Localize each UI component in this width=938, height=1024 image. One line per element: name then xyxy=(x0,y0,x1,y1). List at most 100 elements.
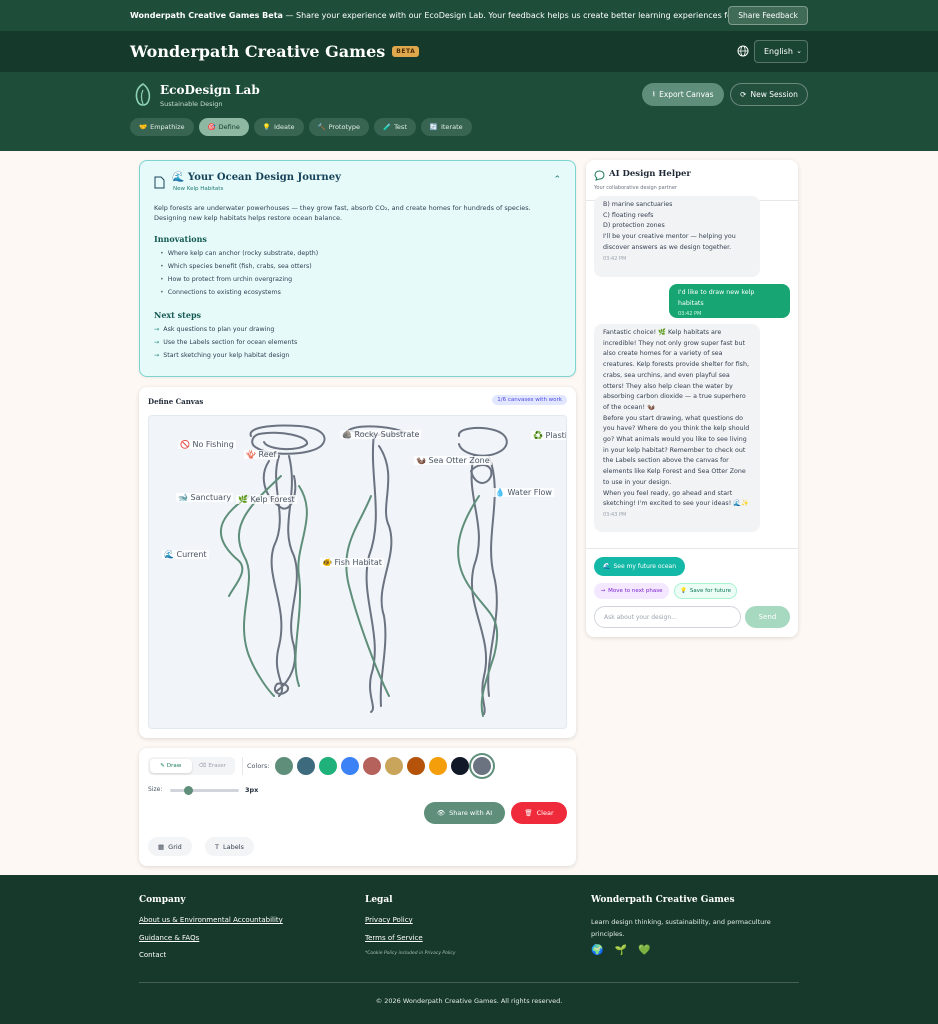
brand-name[interactable]: Wonderpath Creative Games xyxy=(130,42,385,61)
target-icon: 🎯 xyxy=(207,123,216,131)
color-swatch[interactable] xyxy=(363,757,381,775)
color-swatch[interactable] xyxy=(451,757,469,775)
footer-heading: Company xyxy=(139,895,186,905)
color-swatch[interactable] xyxy=(407,757,425,775)
color-swatch[interactable] xyxy=(275,757,293,775)
color-swatch[interactable] xyxy=(429,757,447,775)
tab-ideate[interactable]: 💡 Ideate xyxy=(253,118,304,136)
chat-message-bot: B) marine sanctuaries C) floating reefs … xyxy=(594,196,760,277)
language-select[interactable]: English ⌄ xyxy=(754,40,808,63)
tab-empathize[interactable]: 🤝 Empathize xyxy=(130,118,194,136)
color-swatch[interactable] xyxy=(341,757,359,775)
canvas-label-plastic[interactable]: ♻️ Plastic xyxy=(531,431,566,440)
wave-icon: 🌊 xyxy=(602,563,611,570)
ai-subtitle: Your collaborative design partner xyxy=(594,185,677,191)
canvas-progress-badge: 1/6 canvases with work xyxy=(492,395,567,405)
phase-tabs: 🤝 Empathize 🎯 Define 💡 Ideate 🔨 Prototype 🧪 T… xyxy=(130,118,472,136)
draw-tool-button[interactable]: ✎ Draw xyxy=(150,759,192,773)
kelp-stroke xyxy=(378,445,393,707)
footer-divider xyxy=(139,982,799,983)
tab-prototype[interactable]: 🔨 Prototype xyxy=(308,118,369,136)
eraser-tool-button[interactable]: ⌫ Eraser xyxy=(192,759,234,773)
clear-canvas-button[interactable]: 🗑 Clear xyxy=(511,802,567,824)
journey-intro: Kelp forests are underwater powerhouses … xyxy=(154,204,531,222)
terms-link[interactable]: Terms of Service xyxy=(365,934,456,952)
draw-label: Draw xyxy=(166,763,182,769)
chat-input[interactable]: Ask about your design... xyxy=(594,606,741,628)
kelp-stroke xyxy=(470,464,493,484)
tab-label: Test xyxy=(394,123,407,131)
message-time: 03:42 PM xyxy=(603,255,627,262)
site-header: Wonderpath Creative Games BETA English ⌄ xyxy=(0,31,938,72)
see-future-ocean-button[interactable]: 🌊 See my future ocean xyxy=(594,557,685,576)
grid-label: Grid xyxy=(168,842,182,851)
eye-icon: 👁 xyxy=(436,809,446,817)
kelp-stroke xyxy=(219,495,250,597)
message-line: I'll be your creative mentor — helping y… xyxy=(603,233,736,251)
eraser-label: Eraser xyxy=(208,763,226,769)
export-canvas-button[interactable]: ⭳ Export Canvas xyxy=(642,83,724,106)
chat-message-bot: Fantastic choice! 🌿 Kelp habitats are in… xyxy=(594,324,760,532)
canvas-label-reef[interactable]: 🪸 Reef xyxy=(244,450,279,459)
canvas-label-sanctuary[interactable]: 🐋 Sanctuary xyxy=(176,493,234,502)
brush-size-slider[interactable] xyxy=(170,786,239,795)
tab-define[interactable]: 🎯 Define xyxy=(198,118,249,136)
color-swatch[interactable] xyxy=(297,757,315,775)
feedback-banner: Wonderpath Creative Games Beta — Share y… xyxy=(0,0,938,31)
tab-label: Empathize xyxy=(150,123,185,131)
color-swatch[interactable] xyxy=(319,757,337,775)
next-steps-heading: Next steps xyxy=(154,310,202,320)
color-swatches xyxy=(275,757,491,775)
message-line: Before you start drawing, what questions… xyxy=(603,414,750,486)
privacy-link[interactable]: Privacy Policy xyxy=(365,916,456,934)
color-swatch[interactable] xyxy=(473,757,491,775)
share-feedback-button[interactable]: Share Feedback xyxy=(728,6,808,25)
canvas-label-no-fishing[interactable]: 🚫 No Fishing xyxy=(178,440,236,449)
banner-title: Wonderpath Creative Games Beta xyxy=(130,11,283,20)
footer-heading: Wonderpath Creative Games xyxy=(591,895,735,905)
chevron-up-icon[interactable]: ⌃ xyxy=(553,175,561,185)
color-swatch[interactable] xyxy=(385,757,403,775)
tab-label: Ideate xyxy=(273,123,295,131)
canvas-label-sea-otter-zone[interactable]: 🦦 Sea Otter Zone xyxy=(414,456,492,465)
drawing-canvas[interactable]: 🚫 No Fishing 🪸 Reef 🪨 Rocky Substrate ♻️… xyxy=(148,415,567,729)
journey-subtitle: New Kelp Habitats xyxy=(173,186,224,192)
share-with-ai-button[interactable]: 👁 Share with AI xyxy=(424,802,505,824)
save-for-future-button[interactable]: 💡 Save for future xyxy=(674,583,737,599)
lab-toolbar: EcoDesign Lab Sustainable Design ⭳ Expor… xyxy=(0,72,938,151)
language-value: English xyxy=(764,47,793,56)
grid-toggle-button[interactable]: ▦ Grid xyxy=(148,837,192,856)
canvas-label-kelp-forest[interactable]: 🌿 Kelp Forest xyxy=(236,495,297,504)
contact-link[interactable]: Contact xyxy=(139,951,283,968)
move-next-phase-button[interactable]: → Move to next phase xyxy=(594,583,669,599)
chevron-down-icon: ⌄ xyxy=(796,47,802,55)
document-icon xyxy=(154,176,165,189)
tab-test[interactable]: 🧪 Test xyxy=(373,118,416,136)
copyright: © 2026 Wonderpath Creative Games. All ri… xyxy=(375,997,563,1005)
labels-toggle-button[interactable]: T Labels xyxy=(205,837,254,856)
canvas-label-rocky-substrate[interactable]: 🪨 Rocky Substrate xyxy=(340,430,422,439)
footer-heading: Legal xyxy=(365,895,393,905)
guidance-link[interactable]: Guidance & FAQs xyxy=(139,934,283,952)
slider-handle[interactable] xyxy=(184,786,193,795)
innovations-heading: Innovations xyxy=(154,234,207,244)
colors-label: Colors: xyxy=(247,762,270,770)
tab-iterate[interactable]: 🔄 Iterate xyxy=(420,118,472,136)
message-line: C) floating reefs xyxy=(603,211,654,219)
message-line: I'd like to draw new kelp habitats xyxy=(678,289,755,307)
text-icon: T xyxy=(215,842,219,851)
send-button[interactable]: Send xyxy=(745,606,790,628)
lightbulb-icon: 💡 xyxy=(262,123,271,131)
about-link[interactable]: About us & Environmental Accountability xyxy=(139,916,283,934)
list-item: Start sketching your kelp habitat design xyxy=(154,352,297,365)
footer-legal: Legal Privacy Policy Terms of Service *C… xyxy=(365,895,456,956)
list-item: Use the Labels section for ocean element… xyxy=(154,339,297,352)
handshake-icon: 🤝 xyxy=(139,123,148,131)
message-line: B) marine sanctuaries xyxy=(603,201,673,208)
canvas-label-fish-habitat[interactable]: 🐠 Fish Habitat xyxy=(320,558,384,567)
kelp-stroke xyxy=(270,455,284,697)
canvas-label-water-flow[interactable]: 💧 Water Flow xyxy=(493,488,554,497)
new-session-button[interactable]: ⟳ New Session xyxy=(730,83,808,106)
canvas-label-current[interactable]: 🌊 Current xyxy=(162,550,209,559)
leaf-logo-icon xyxy=(135,83,151,106)
